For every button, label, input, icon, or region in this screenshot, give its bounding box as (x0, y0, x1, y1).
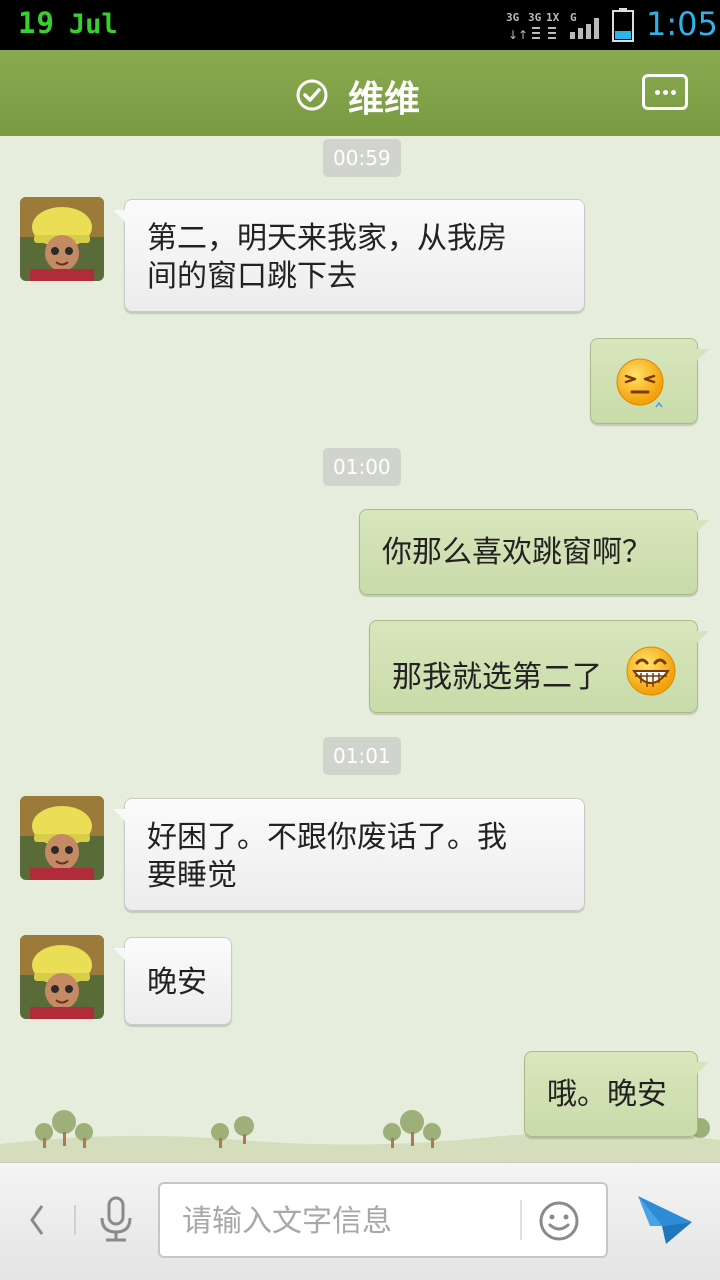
network-label-3: 1X (546, 11, 560, 24)
message-text-line: 第二，明天来我家，从我房 (147, 221, 507, 256)
timestamp: 00:59 (323, 139, 401, 177)
timestamp: 01:00 (323, 448, 401, 486)
message-input[interactable] (182, 1198, 512, 1244)
avatar[interactable] (20, 796, 104, 880)
more-options-button[interactable] (642, 74, 688, 110)
network-label-4: G (570, 12, 577, 24)
online-check-icon (296, 79, 328, 111)
message-text-line: 好困了。不跟你废话了。我 (147, 820, 507, 855)
status-date: 19 Jul (18, 6, 118, 40)
big-grin-face-icon (626, 646, 676, 696)
incoming-message-bubble[interactable]: 好困了。不跟你废话了。我 要睡觉 (113, 798, 585, 911)
avatar-photo (20, 197, 104, 281)
status-date-month: Jul (68, 9, 118, 40)
battery-icon (612, 8, 634, 42)
timestamp: 01:01 (323, 737, 401, 775)
chevron-left-icon[interactable] (24, 1200, 50, 1240)
message-text-line: 间的窗口跳下去 (147, 259, 357, 294)
avatar[interactable] (20, 197, 104, 281)
network-label-1: 3G (506, 11, 520, 24)
message-text-line: 要睡觉 (147, 858, 237, 893)
header-zigzag-edge (0, 128, 720, 138)
outgoing-message-bubble[interactable] (590, 338, 709, 424)
avatar-photo (20, 935, 104, 1019)
avatar-photo (20, 796, 104, 880)
input-divider (74, 1205, 76, 1235)
microphone-icon[interactable] (96, 1196, 136, 1244)
avatar[interactable] (20, 935, 104, 1019)
message-text-line: 哦。晚安 (547, 1077, 667, 1112)
contact-name[interactable]: 维维 (348, 70, 420, 122)
message-text-line: 你那么喜欢跳窗啊？ (382, 535, 652, 570)
network-type-icon: 3G 3G 1X ↓↑ (506, 11, 560, 41)
squint-annoyed-face-icon (616, 358, 664, 408)
status-time: 1:05 (646, 5, 718, 43)
status-date-day: 19 (18, 6, 55, 40)
input-inner-divider (520, 1200, 522, 1240)
signal-strength-icon: G (570, 12, 599, 39)
svg-text:↓↑: ↓↑ (508, 28, 528, 41)
more-dots-icon (655, 90, 660, 95)
message-text-line: 晚安 (147, 965, 207, 1000)
outgoing-message-bubble[interactable]: 那我就选第二了 (369, 620, 709, 713)
network-label-2: 3G (528, 11, 542, 24)
outgoing-message-bubble[interactable]: 哦。晚安 (524, 1051, 709, 1137)
incoming-message-bubble[interactable]: 晚安 (113, 937, 232, 1025)
incoming-message-bubble[interactable]: 第二，明天来我家，从我房 间的窗口跳下去 (113, 199, 585, 312)
paper-plane-send-icon[interactable] (636, 1192, 694, 1246)
outgoing-message-bubble[interactable]: 你那么喜欢跳窗啊？ (359, 509, 709, 595)
smiley-icon[interactable] (538, 1200, 580, 1242)
